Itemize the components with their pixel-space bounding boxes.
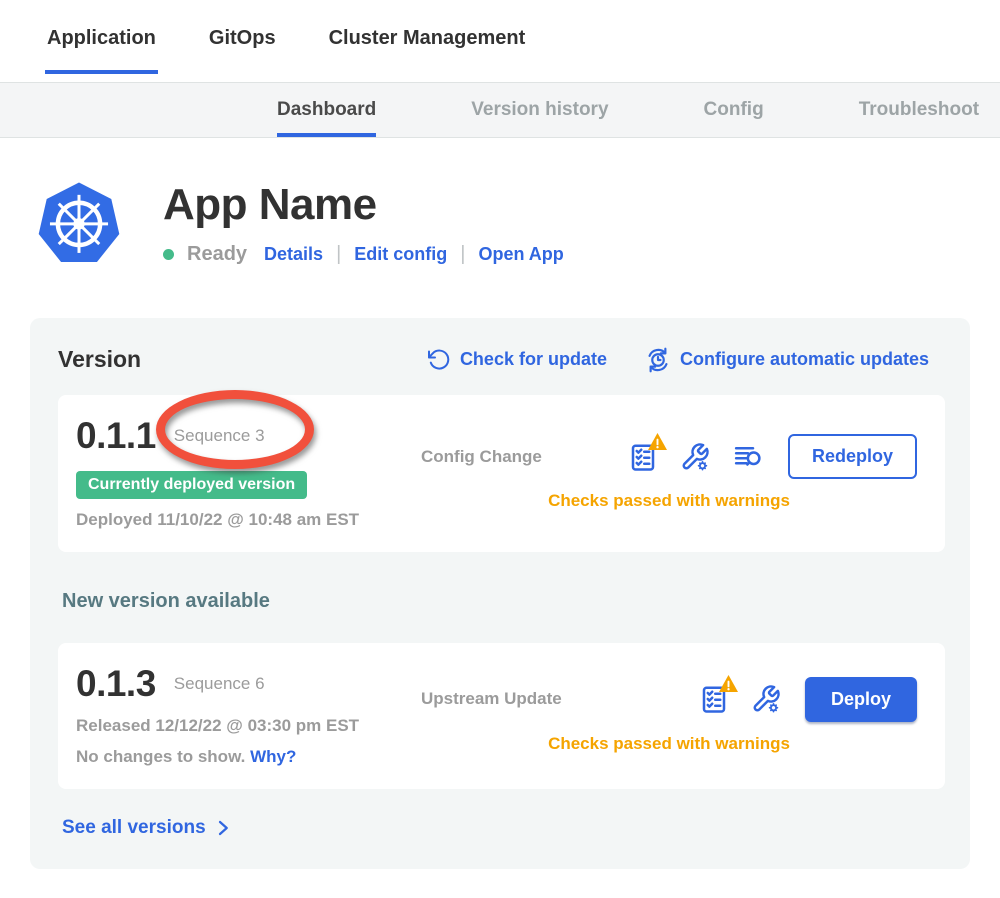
available-version-card: 0.1.3 Sequence 6 Released 12/12/22 @ 03:… bbox=[58, 643, 945, 789]
available-version-source: Upstream Update bbox=[421, 689, 562, 709]
current-sequence-label: Sequence 3 bbox=[174, 426, 265, 446]
chevron-right-icon bbox=[214, 819, 232, 837]
status-dot-icon bbox=[163, 249, 174, 260]
details-link[interactable]: Details bbox=[264, 244, 323, 265]
configure-automatic-updates-label: Configure automatic updates bbox=[680, 349, 929, 370]
tab-dashboard[interactable]: Dashboard bbox=[277, 83, 376, 137]
view-files-icon[interactable] bbox=[732, 442, 764, 472]
tab-version-history[interactable]: Version history bbox=[471, 83, 608, 137]
page-title: App Name bbox=[163, 180, 564, 230]
edit-config-link[interactable]: Edit config bbox=[354, 244, 447, 265]
version-panel: Version Check for update Configure bbox=[30, 318, 970, 869]
deployed-timestamp: Deployed 11/10/22 @ 10:48 am EST bbox=[76, 510, 421, 530]
divider: | bbox=[336, 243, 341, 266]
available-version-number: 0.1.3 bbox=[76, 663, 156, 705]
redeploy-button[interactable]: Redeploy bbox=[788, 434, 917, 479]
app-header: App Name Ready Details | Edit config | O… bbox=[0, 138, 1000, 268]
open-app-link[interactable]: Open App bbox=[478, 244, 563, 265]
current-version-number: 0.1.1 bbox=[76, 415, 156, 457]
configure-automatic-updates-link[interactable]: Configure automatic updates bbox=[645, 347, 929, 373]
warning-triangle-icon bbox=[647, 432, 668, 451]
tab-gitops[interactable]: GitOps bbox=[207, 27, 278, 74]
version-section-title: Version bbox=[58, 346, 141, 373]
tab-config[interactable]: Config bbox=[704, 83, 764, 137]
app-status-row: Ready Details | Edit config | Open App bbox=[163, 243, 564, 266]
tab-troubleshoot[interactable]: Troubleshoot bbox=[859, 83, 979, 137]
preflight-checks-icon[interactable] bbox=[628, 441, 658, 473]
warning-triangle-icon bbox=[718, 674, 739, 693]
divider: | bbox=[460, 243, 465, 266]
refresh-icon bbox=[427, 348, 451, 372]
checks-status-text[interactable]: Checks passed with warnings bbox=[421, 491, 917, 511]
top-nav: Application GitOps Cluster Management bbox=[0, 0, 1000, 82]
checks-status-text[interactable]: Checks passed with warnings bbox=[421, 734, 917, 754]
check-for-update-link[interactable]: Check for update bbox=[427, 348, 607, 372]
new-version-heading: New version available bbox=[62, 590, 945, 613]
see-all-versions-label: See all versions bbox=[62, 817, 206, 839]
deploy-button[interactable]: Deploy bbox=[805, 677, 917, 722]
edit-config-icon[interactable] bbox=[680, 441, 710, 473]
tab-cluster-management[interactable]: Cluster Management bbox=[327, 27, 528, 74]
current-version-card: 0.1.1 Sequence 3 Currently deployed vers… bbox=[58, 395, 945, 552]
available-sequence-label: Sequence 6 bbox=[174, 674, 265, 694]
tab-application[interactable]: Application bbox=[45, 27, 158, 74]
why-link[interactable]: Why? bbox=[250, 747, 296, 766]
no-changes-text: No changes to show. bbox=[76, 747, 245, 766]
current-version-source: Config Change bbox=[421, 447, 542, 467]
see-all-versions-link[interactable]: See all versions bbox=[62, 817, 945, 839]
app-sub-nav: Dashboard Version history Config Trouble… bbox=[0, 82, 1000, 138]
check-for-update-label: Check for update bbox=[460, 349, 607, 370]
edit-config-icon[interactable] bbox=[751, 683, 781, 715]
status-badge: Ready bbox=[187, 243, 247, 266]
preflight-checks-icon[interactable] bbox=[699, 683, 729, 715]
kubernetes-logo-icon bbox=[35, 178, 123, 268]
currently-deployed-badge: Currently deployed version bbox=[76, 471, 307, 499]
released-timestamp: Released 12/12/22 @ 03:30 pm EST bbox=[76, 716, 421, 736]
auto-update-schedule-icon bbox=[645, 347, 671, 373]
